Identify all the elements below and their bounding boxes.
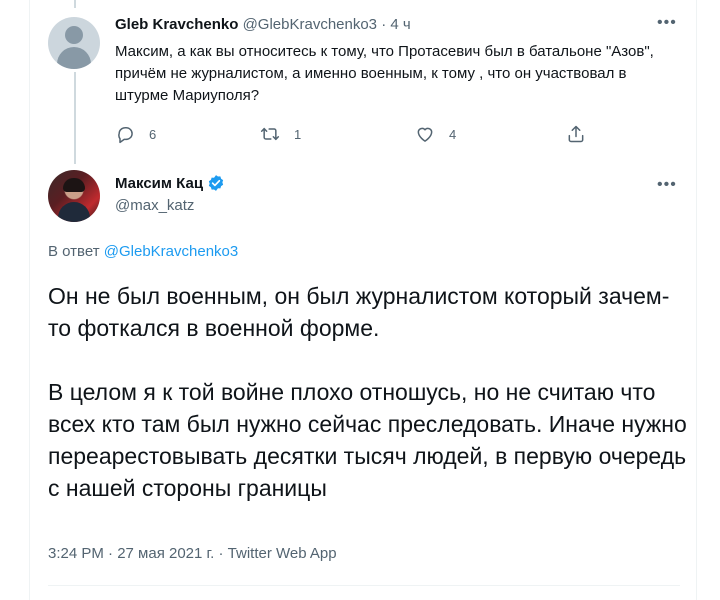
avatar-torso-shape bbox=[58, 202, 90, 222]
reply-button[interactable]: 6 bbox=[115, 122, 156, 146]
main-author-name-row[interactable]: Максим Кац bbox=[115, 174, 225, 192]
verified-badge-icon bbox=[208, 175, 224, 191]
avatar-default[interactable] bbox=[48, 17, 100, 69]
like-icon bbox=[417, 127, 433, 142]
avatar-body-shape bbox=[57, 47, 91, 69]
left-border bbox=[29, 0, 30, 600]
thread-connector bbox=[74, 72, 76, 164]
reply-tweet-header: Gleb Kravchenko @GlebKravchenko3 · 4 ч bbox=[115, 16, 411, 33]
reply-tweet-text: Максим, а как вы относитесь к тому, что … bbox=[115, 43, 654, 104]
share-icon bbox=[568, 125, 584, 143]
avatar-photo[interactable] bbox=[48, 170, 100, 222]
reply-count: 6 bbox=[149, 126, 157, 142]
retweet-icon bbox=[260, 127, 280, 141]
retweet-button[interactable]: 1 bbox=[260, 122, 301, 146]
avatar-head-shape bbox=[65, 26, 83, 44]
more-icon[interactable]: ••• bbox=[657, 14, 677, 32]
main-tweet-paragraph: Он не был военным, он был журналистом ко… bbox=[48, 283, 670, 341]
share-button[interactable] bbox=[566, 122, 586, 146]
divider bbox=[48, 585, 680, 586]
retweet-count: 1 bbox=[294, 126, 302, 142]
avatar-hair-shape bbox=[63, 178, 85, 192]
tweet-time[interactable]: 4 ч bbox=[390, 16, 410, 33]
main-author-handle[interactable]: @max_katz bbox=[115, 197, 194, 214]
like-count: 4 bbox=[449, 126, 457, 142]
main-author-name[interactable]: Максим Кац bbox=[115, 175, 203, 192]
thread-connector-top bbox=[74, 0, 76, 8]
reply-prefix: В ответ bbox=[48, 243, 100, 260]
author-handle[interactable]: @GlebKravchenko3 bbox=[243, 16, 377, 33]
main-tweet-text: Он не был военным, он был журналистом ко… bbox=[48, 280, 688, 504]
reply-to-link[interactable]: @GlebKravchenko3 bbox=[104, 243, 238, 260]
separator-dot: · bbox=[381, 16, 387, 33]
like-button[interactable]: 4 bbox=[415, 122, 456, 146]
tweet-timestamp[interactable]: 3:24 PM · 27 мая 2021 г. · Twitter Web A… bbox=[48, 545, 337, 562]
reply-icon bbox=[118, 127, 133, 144]
main-tweet-paragraph: В целом я к той войне плохо отношусь, но… bbox=[48, 379, 687, 501]
more-icon[interactable]: ••• bbox=[657, 176, 677, 194]
right-border bbox=[696, 0, 697, 600]
replying-to: В ответ @GlebKravchenko3 bbox=[48, 243, 238, 260]
author-name[interactable]: Gleb Kravchenko bbox=[115, 16, 238, 33]
action-bar: 6 1 4 bbox=[115, 122, 595, 146]
